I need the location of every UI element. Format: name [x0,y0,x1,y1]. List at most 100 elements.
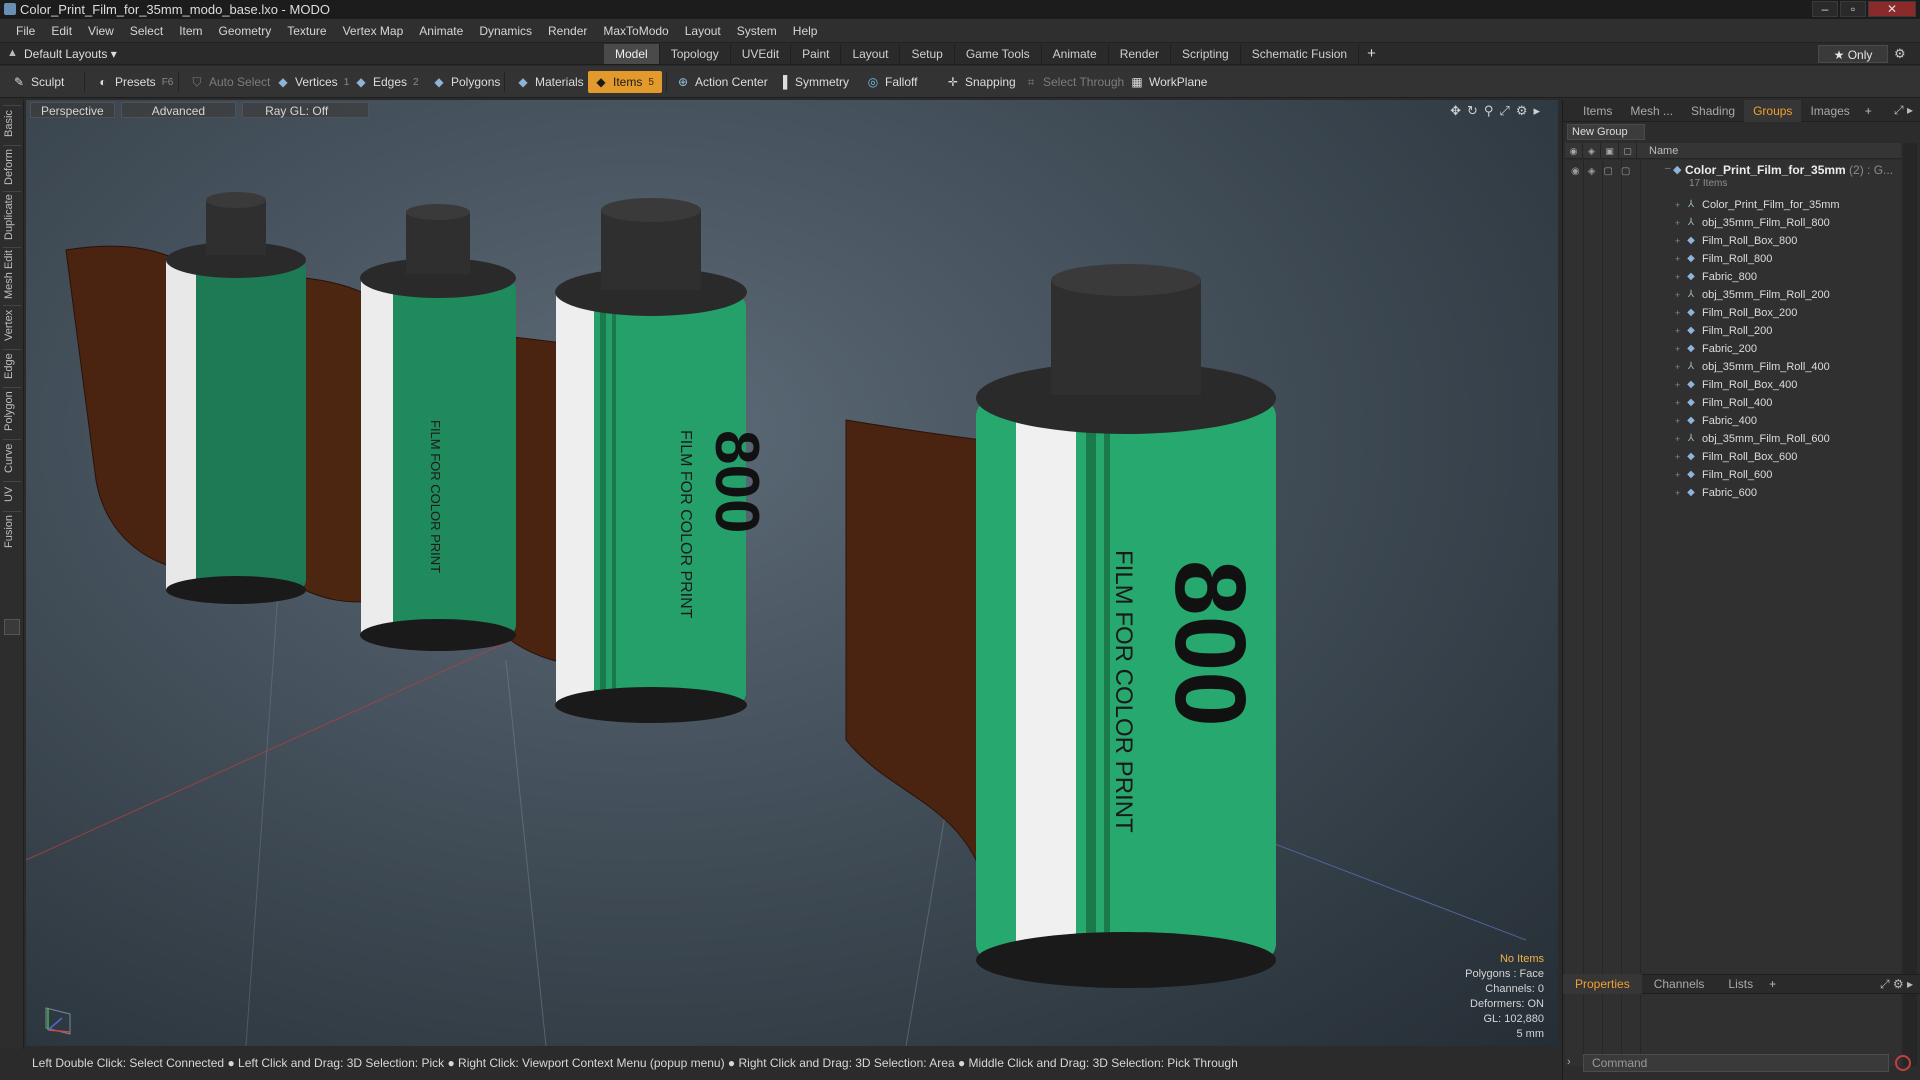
expand-icon[interactable]: + [1675,380,1685,390]
expand-icon[interactable]: + [1675,326,1685,336]
expand-icon[interactable]: + [1675,434,1685,444]
list-item[interactable]: + ◆ Film_Roll_Box_200 [1675,304,1901,322]
tab-schematic-fusion[interactable]: Schematic Fusion [1241,44,1360,64]
command-input[interactable] [1583,1054,1889,1072]
collapse-icon[interactable]: – [1665,163,1671,174]
tab-setup[interactable]: Setup [900,44,955,64]
render-col-icon[interactable]: ◈ [1583,142,1601,159]
menu-layout[interactable]: Layout [677,19,729,43]
zoom-view-icon[interactable]: ⚲ [1484,103,1494,119]
select-col-icon[interactable]: ▢ [1619,142,1637,159]
expand-icon[interactable]: + [1675,344,1685,354]
list-scrollbar[interactable] [1903,143,1917,1066]
tab-game-tools[interactable]: Game Tools [955,44,1042,64]
move-view-icon[interactable]: ✥ [1450,103,1461,119]
select-through-button[interactable]: ⌗ Select Through [1018,71,1130,93]
minimize-button[interactable]: – [1812,1,1838,17]
list-item[interactable]: + ◆ Film_Roll_800 [1675,250,1901,268]
list-item[interactable]: + ⅄ obj_35mm_Film_Roll_400 [1675,358,1901,376]
only-button[interactable]: ★ Only [1818,45,1888,63]
list-item[interactable]: + ◆ Film_Roll_Box_400 [1675,376,1901,394]
layout-up-icon[interactable]: ▲ [7,47,19,61]
new-group-button[interactable]: New Group [1567,124,1645,140]
expand-icon[interactable]: + [1675,200,1685,210]
rotate-view-icon[interactable]: ↻ [1467,103,1478,119]
expand-icon[interactable]: + [1675,236,1685,246]
tab-groups[interactable]: Groups [1744,99,1802,122]
tab-uvedit[interactable]: UVEdit [731,44,792,64]
tab-render[interactable]: Render [1109,44,1172,64]
tab-lists[interactable]: Lists [1716,974,1765,994]
panel-expand-icon[interactable]: ⤢ ▸ [1894,103,1920,118]
expand-icon[interactable]: + [1675,362,1685,372]
command-stop-icon[interactable] [1895,1055,1911,1071]
list-item[interactable]: + ◆ Fabric_200 [1675,340,1901,358]
menu-help[interactable]: Help [785,19,826,43]
list-item[interactable]: + ◆ Fabric_400 [1675,412,1901,430]
expand-icon[interactable]: + [1675,254,1685,264]
add-tab-icon[interactable]: + [1359,44,1384,64]
list-item[interactable]: + ⅄ obj_35mm_Film_Roll_200 [1675,286,1901,304]
list-item[interactable]: + ◆ Film_Roll_200 [1675,322,1901,340]
tab-animate[interactable]: Animate [1042,44,1109,64]
tab-properties[interactable]: Properties [1563,974,1642,994]
panel-toggle-icon[interactable] [4,619,20,635]
menu-select[interactable]: Select [122,19,171,43]
vtab-uv[interactable]: UV [3,481,21,507]
list-item[interactable]: + ⅄ Color_Print_Film_for_35mm [1675,196,1901,214]
tab-model[interactable]: Model [604,44,660,64]
list-item[interactable]: + ◆ Fabric_800 [1675,268,1901,286]
workplane-button[interactable]: ▦ WorkPlane [1124,71,1213,93]
vtab-fusion[interactable]: Fusion [3,511,21,551]
menu-maxtomodo[interactable]: MaxToModo [595,19,676,43]
expand-icon[interactable]: + [1675,290,1685,300]
list-item[interactable]: + ⅄ obj_35mm_Film_Roll_800 [1675,214,1901,232]
select-icon[interactable]: ▢ [1621,166,1630,180]
items-button[interactable]: ◆ Items 5 [588,71,662,93]
add-panel-tab-icon[interactable]: + [1859,104,1878,118]
menu-dynamics[interactable]: Dynamics [471,19,540,43]
tab-topology[interactable]: Topology [660,44,731,64]
properties-expand-icon[interactable]: ⤢ ⚙ ▸ [1880,977,1920,992]
vtab-edge[interactable]: Edge [3,349,21,383]
expand-icon[interactable]: + [1675,308,1685,318]
menu-view[interactable]: View [80,19,122,43]
vtab-deform[interactable]: Deform [3,145,21,187]
menu-vertex-map[interactable]: Vertex Map [335,19,412,43]
tab-images[interactable]: Images [1801,100,1858,122]
menu-texture[interactable]: Texture [279,19,334,43]
falloff-button[interactable]: ◎ Falloff [860,71,923,93]
group-row[interactable]: – ◆ Color_Print_Film_for_35mm (2) : G...… [1665,162,1899,192]
expand-icon[interactable]: + [1675,398,1685,408]
eye-icon[interactable]: ◉ [1571,166,1580,180]
vtab-vertex[interactable]: Vertex [3,305,21,345]
name-column-header[interactable]: Name [1637,145,1678,157]
tab-layout[interactable]: Layout [841,44,901,64]
edges-button[interactable]: ◆ Edges 2 [348,71,425,93]
symmetry-button[interactable]: ▐ Symmetry [770,71,855,93]
expand-icon[interactable]: + [1675,416,1685,426]
view-mode-dropdown[interactable]: Perspective [30,102,115,118]
auto-select-button[interactable]: ⛉ Auto Select [184,71,276,93]
list-item[interactable]: + ◆ Film_Roll_400 [1675,394,1901,412]
menu-file[interactable]: File [8,19,43,43]
lock-icon[interactable]: ▢ [1603,166,1612,180]
menu-edit[interactable]: Edit [43,19,80,43]
vtab-polygon[interactable]: Polygon [3,387,21,435]
vtab-basic[interactable]: Basic [3,105,21,141]
render-icon[interactable]: ◈ [1588,166,1596,180]
command-history-arrow-icon[interactable]: › [1567,1056,1571,1068]
raygl-toggle[interactable]: Ray GL: Off [242,102,370,118]
viewport-gear-icon[interactable]: ⚙ [1516,103,1528,119]
expand-icon[interactable]: + [1675,470,1685,480]
menu-item[interactable]: Item [171,19,210,43]
shading-dropdown[interactable]: Advanced [120,102,237,118]
list-item[interactable]: + ◆ Film_Roll_Box_800 [1675,232,1901,250]
tab-mesh[interactable]: Mesh ... [1621,100,1682,122]
menu-system[interactable]: System [729,19,785,43]
gear-icon[interactable]: ⚙ [1894,46,1906,62]
groups-list[interactable]: ◉ ◈ ▢ ▢ – ◆ Color_Print_Film_for_35mm (2… [1565,160,1901,1066]
layouts-dropdown[interactable]: Default Layouts ▾ [24,45,117,63]
menu-render[interactable]: Render [540,19,595,43]
expand-icon[interactable]: + [1675,488,1685,498]
